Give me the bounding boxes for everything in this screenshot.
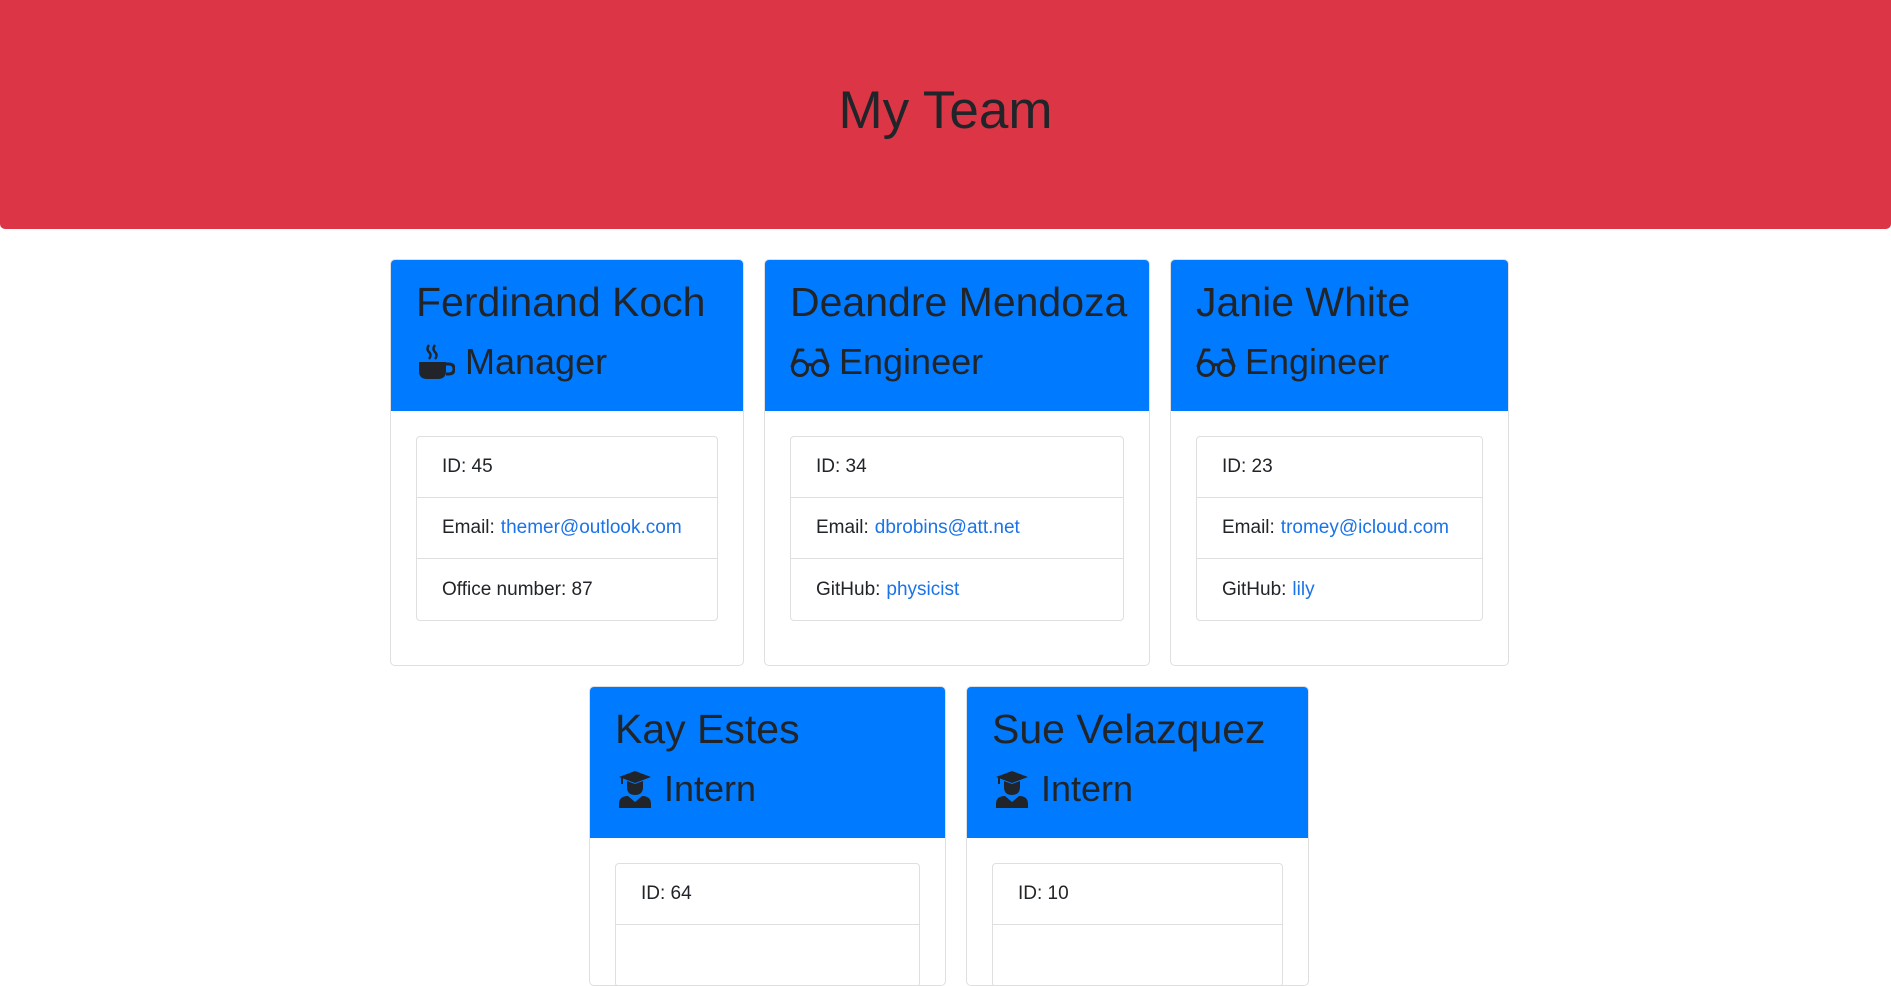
employee-details: ID: 34 Email: dbrobins@att.net GitHub: p…: [790, 436, 1124, 621]
team-header: My Team: [0, 0, 1891, 229]
card-header: Kay Estes Intern: [590, 687, 945, 838]
email-link[interactable]: dbrobins@att.net: [875, 517, 1020, 539]
role-label: Manager: [465, 341, 608, 382]
employee-email: Email: tromey@icloud.com: [1197, 498, 1482, 559]
email-label: Email:: [442, 517, 495, 538]
employee-details: ID: 45 Email: themer@outlook.com Office …: [416, 436, 718, 621]
employee-email: Email: dbrobins@att.net: [791, 498, 1123, 559]
card-body: ID: 10: [967, 838, 1308, 985]
role-label: Engineer: [839, 341, 984, 382]
employee-role: Manager: [416, 339, 718, 385]
employee-role: Intern: [615, 766, 920, 812]
mug-hot-icon: [416, 342, 456, 382]
employee-name: Janie White: [1196, 279, 1411, 325]
graduate-icon: [615, 769, 655, 809]
employee-id: ID: 45: [417, 437, 717, 498]
email-link[interactable]: tromey@icloud.com: [1281, 517, 1449, 539]
github-label: GitHub:: [816, 578, 881, 600]
employee-id: ID: 64: [616, 864, 919, 925]
card-header: Deandre Mendoza Engineer: [765, 260, 1149, 411]
employee-card-engineer: Janie White Engineer ID: 23 Email: trome…: [1170, 259, 1509, 666]
employee-email: Email: themer@outlook.com: [417, 498, 717, 559]
github-link[interactable]: physicist: [886, 579, 959, 601]
employee-card-intern: Kay Estes Intern ID: 64: [589, 686, 946, 986]
employee-card-engineer: Deandre Mendoza Engineer ID: 34 Email: d…: [764, 259, 1150, 666]
role-label: Intern: [664, 768, 757, 809]
employee-card-intern: Sue Velazquez Intern ID: 10: [966, 686, 1309, 986]
employee-id: ID: 34: [791, 437, 1123, 498]
card-body: ID: 64: [590, 838, 945, 985]
graduate-icon: [992, 769, 1032, 809]
role-label: Intern: [1041, 768, 1134, 809]
card-header: Ferdinand Koch Manager: [391, 260, 743, 411]
role-label: Engineer: [1245, 341, 1390, 382]
employee-role: Engineer: [1196, 339, 1483, 385]
glasses-icon: [1196, 342, 1236, 382]
card-body: ID: 34 Email: dbrobins@att.net GitHub: p…: [765, 411, 1149, 665]
email-link[interactable]: themer@outlook.com: [501, 517, 682, 539]
employee-name: Ferdinand Koch: [416, 279, 706, 325]
employee-details: ID: 23 Email: tromey@icloud.com GitHub: …: [1196, 436, 1483, 621]
email-label: Email:: [1222, 517, 1275, 538]
employee-github: GitHub: physicist: [791, 559, 1123, 620]
card-body: ID: 45 Email: themer@outlook.com Office …: [391, 411, 743, 665]
office-number: Office number: 87: [442, 578, 593, 600]
glasses-icon: [790, 342, 830, 382]
card-header: Janie White Engineer: [1171, 260, 1508, 411]
employee-details: ID: 64: [615, 863, 920, 985]
employee-email: [993, 925, 1282, 985]
employee-id: ID: 23: [1197, 437, 1482, 498]
github-label: GitHub:: [1222, 578, 1287, 600]
email-label: Email:: [816, 517, 869, 538]
employee-name: Deandre Mendoza: [790, 279, 1128, 325]
card-header: Sue Velazquez Intern: [967, 687, 1308, 838]
employee-role: Engineer: [790, 339, 1124, 385]
employee-name: Sue Velazquez: [992, 706, 1266, 752]
employee-github: GitHub: lily: [1197, 559, 1482, 620]
employee-name: Kay Estes: [615, 706, 800, 752]
employee-email: [616, 925, 919, 985]
employee-role: Intern: [992, 766, 1283, 812]
github-link[interactable]: lily: [1292, 579, 1314, 601]
employee-id: ID: 10: [993, 864, 1282, 925]
employee-card-manager: Ferdinand Koch Manager ID: 45 Email: the…: [390, 259, 744, 666]
employee-details: ID: 10: [992, 863, 1283, 985]
card-body: ID: 23 Email: tromey@icloud.com GitHub: …: [1171, 411, 1508, 665]
page-title: My Team: [838, 81, 1053, 140]
